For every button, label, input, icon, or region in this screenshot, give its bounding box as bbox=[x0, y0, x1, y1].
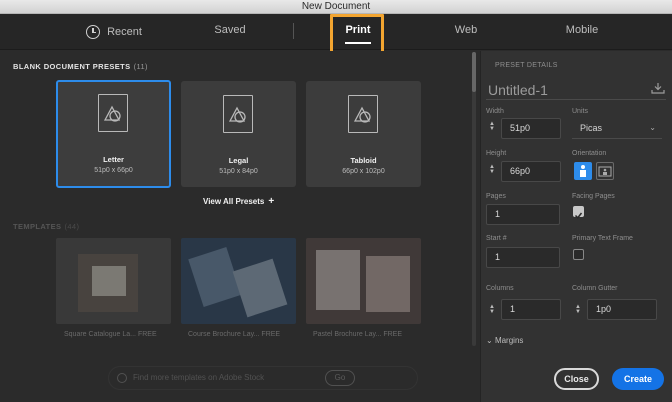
chevron-down-icon: ⌄ bbox=[649, 123, 656, 132]
start-number-input[interactable]: 1 bbox=[486, 247, 560, 268]
checkmark-icon bbox=[574, 212, 583, 219]
chevron-down-icon: ⌄ bbox=[486, 336, 493, 345]
view-all-label: View All Presets bbox=[203, 197, 265, 206]
landscape-orientation-button[interactable] bbox=[596, 162, 614, 180]
columns-input[interactable]: 1 bbox=[501, 299, 561, 320]
scrollbar-thumb[interactable] bbox=[472, 52, 476, 92]
template-name: Pastel Brochure Lay... bbox=[313, 331, 382, 338]
height-input[interactable]: 66p0 bbox=[501, 161, 561, 182]
templates-heading: TEMPLATES (44) bbox=[13, 222, 79, 231]
preset-card-legal[interactable]: Legal 51p0 x 84p0 bbox=[181, 81, 296, 187]
tab-divider bbox=[293, 23, 294, 39]
preset-size: 66p0 x 102p0 bbox=[342, 168, 385, 175]
document-preset-icon bbox=[348, 95, 378, 133]
orientation-label: Orientation bbox=[572, 150, 607, 157]
height-label: Height bbox=[486, 150, 507, 157]
template-badge: FREE bbox=[383, 331, 402, 338]
width-label: Width bbox=[486, 108, 504, 115]
width-stepper-icon[interactable]: ▲ ▼ bbox=[489, 121, 495, 132]
template-label: Pastel Brochure Lay... FREE bbox=[313, 331, 402, 338]
template-label: Course Brochure Lay... FREE bbox=[188, 331, 280, 338]
stock-search-input[interactable]: Find more templates on Adobe Stock bbox=[133, 373, 264, 382]
document-preset-icon bbox=[223, 95, 253, 133]
column-gutter-input[interactable]: 1p0 bbox=[587, 299, 657, 320]
print-tab-highlight-box bbox=[330, 14, 384, 54]
template-art-inner bbox=[366, 256, 410, 312]
document-name-underline bbox=[486, 99, 666, 100]
template-art bbox=[316, 250, 360, 310]
template-thumbnail-square-catalogue[interactable] bbox=[56, 238, 171, 324]
templates-title: TEMPLATES bbox=[13, 222, 62, 231]
facing-pages-checkbox[interactable] bbox=[573, 206, 584, 219]
clock-icon bbox=[86, 25, 101, 39]
document-preset-icon bbox=[98, 94, 128, 132]
width-input[interactable]: 51p0 bbox=[501, 118, 561, 139]
template-name: Course Brochure Lay... bbox=[188, 331, 260, 338]
preset-name: Tabloid bbox=[350, 156, 377, 165]
preset-size: 51p0 x 66p0 bbox=[94, 167, 133, 174]
units-dropdown[interactable]: Picas ⌄ bbox=[572, 118, 662, 139]
start-number-label: Start # bbox=[486, 235, 507, 242]
pages-label: Pages bbox=[486, 193, 506, 200]
window-titlebar: New Document bbox=[0, 0, 672, 14]
template-art-inner bbox=[232, 258, 288, 318]
tab-saved[interactable]: Saved bbox=[200, 14, 260, 50]
template-label: Square Catalogue La... FREE bbox=[64, 331, 157, 338]
template-badge: FREE bbox=[261, 331, 281, 338]
template-thumbnail-pastel-brochure[interactable] bbox=[306, 238, 421, 324]
facing-pages-label: Facing Pages bbox=[572, 193, 615, 200]
create-button[interactable]: Create bbox=[612, 368, 664, 390]
tab-recent-label: Recent bbox=[107, 26, 142, 38]
presets-scrollbar[interactable] bbox=[472, 52, 476, 346]
preset-name: Legal bbox=[228, 156, 249, 165]
pages-input[interactable]: 1 bbox=[486, 204, 560, 225]
portrait-orientation-button[interactable] bbox=[574, 162, 592, 180]
preset-details-header: PRESET DETAILS bbox=[495, 62, 558, 69]
margins-label: Margins bbox=[494, 336, 524, 345]
template-name: Square Catalogue La... bbox=[64, 331, 136, 338]
search-icon bbox=[117, 373, 127, 383]
blank-presets-title: BLANK DOCUMENT PRESETS bbox=[13, 62, 131, 71]
plus-icon: + bbox=[268, 196, 275, 207]
tab-web[interactable]: Web bbox=[444, 14, 488, 50]
columns-stepper-icon[interactable]: ▲ ▼ bbox=[489, 304, 495, 315]
primary-text-frame-label: Primary Text Frame bbox=[572, 235, 633, 242]
template-art-inner bbox=[92, 266, 126, 296]
gutter-stepper-icon[interactable]: ▲ ▼ bbox=[575, 304, 581, 315]
close-button[interactable]: Close bbox=[554, 368, 599, 390]
tab-recent[interactable]: Recent bbox=[74, 14, 154, 50]
stock-search-bar: Find more templates on Adobe Stock Go bbox=[108, 366, 418, 390]
tab-mobile[interactable]: Mobile bbox=[556, 14, 608, 50]
landscape-icon bbox=[598, 166, 612, 177]
save-preset-icon[interactable] bbox=[651, 82, 665, 94]
portrait-icon bbox=[580, 165, 586, 177]
preset-size: 51p0 x 84p0 bbox=[219, 168, 258, 175]
document-name-field[interactable]: Untitled-1 bbox=[488, 82, 548, 98]
height-stepper-icon[interactable]: ▲ ▼ bbox=[489, 164, 495, 175]
go-button[interactable]: Go bbox=[325, 370, 355, 386]
margins-section-toggle[interactable]: ⌄ Margins bbox=[486, 336, 523, 345]
preset-name: Letter bbox=[103, 155, 124, 164]
units-label: Units bbox=[572, 108, 588, 115]
preset-details-panel: PRESET DETAILS Untitled-1 Width ▲ ▼ 51p0 … bbox=[480, 51, 672, 402]
preset-card-letter[interactable]: Letter 51p0 x 66p0 bbox=[56, 80, 171, 188]
blank-presets-count: (11) bbox=[133, 62, 148, 71]
preset-card-tabloid[interactable]: Tabloid 66p0 x 102p0 bbox=[306, 81, 421, 187]
primary-text-frame-checkbox[interactable] bbox=[573, 249, 584, 260]
columns-label: Columns bbox=[486, 285, 514, 292]
blank-presets-heading: BLANK DOCUMENT PRESETS (11) bbox=[13, 62, 148, 71]
column-gutter-label: Column Gutter bbox=[572, 285, 618, 292]
units-value: Picas bbox=[580, 123, 603, 133]
window-title: New Document bbox=[301, 1, 371, 12]
templates-count: (44) bbox=[64, 222, 80, 231]
template-badge: FREE bbox=[137, 331, 157, 338]
template-thumbnail-course-brochure[interactable] bbox=[181, 238, 296, 324]
view-all-presets-link[interactable]: View All Presets + bbox=[203, 196, 274, 207]
